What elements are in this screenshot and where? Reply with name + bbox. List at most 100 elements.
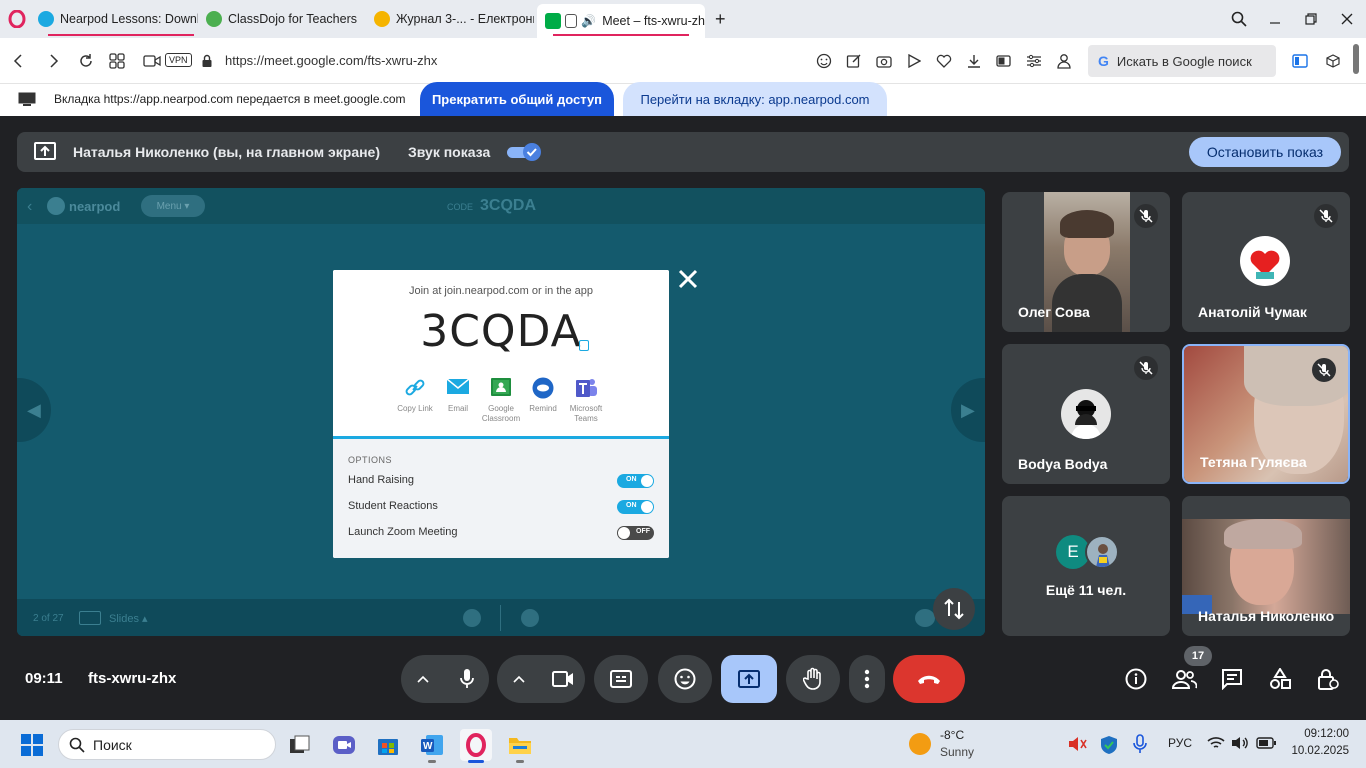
battery-icon[interactable] bbox=[1256, 737, 1276, 749]
participant-tile-bodya[interactable]: Bodya Bodya bbox=[1002, 344, 1170, 484]
tab-classdojo[interactable]: ClassDojo for Teachers bbox=[198, 4, 366, 34]
easy-setup-icon[interactable] bbox=[1024, 51, 1044, 71]
weather-sun-icon[interactable] bbox=[909, 733, 931, 755]
remind-option[interactable]: Remind bbox=[523, 377, 563, 413]
avatar bbox=[1085, 535, 1119, 569]
present-button[interactable] bbox=[721, 655, 777, 703]
tab-meet[interactable]: 🔊 Meet – fts-xwru-zh bbox=[537, 4, 705, 38]
weather-temp[interactable]: -8°C bbox=[940, 728, 964, 742]
new-tab-icon[interactable]: + bbox=[715, 9, 726, 30]
host-controls-button[interactable] bbox=[1308, 659, 1348, 699]
speaker-icon[interactable]: 🔊 bbox=[581, 14, 596, 28]
opera-taskbar-icon[interactable] bbox=[460, 729, 492, 761]
opera-logo-icon[interactable] bbox=[8, 10, 26, 28]
heart-icon[interactable] bbox=[934, 51, 954, 71]
captions-button[interactable] bbox=[594, 655, 648, 703]
participant-tile-anatolii[interactable]: Анатолій Чумак bbox=[1182, 192, 1350, 332]
reload-icon[interactable] bbox=[76, 51, 96, 71]
volume-tray-icon[interactable] bbox=[1231, 736, 1249, 750]
camera-icon[interactable] bbox=[541, 671, 585, 687]
swap-layout-button[interactable] bbox=[933, 588, 975, 630]
more-participants-tile[interactable]: E Ещё 11 чел. bbox=[1002, 496, 1170, 636]
player-icon[interactable] bbox=[904, 51, 924, 71]
more-options-button[interactable] bbox=[849, 655, 885, 703]
taskbar-search-field[interactable]: Поиск bbox=[58, 729, 276, 760]
file-explorer-icon[interactable] bbox=[504, 729, 536, 761]
microphone-tray-icon[interactable] bbox=[1132, 734, 1148, 754]
security-shield-icon[interactable] bbox=[1100, 735, 1118, 755]
meet-now-icon[interactable] bbox=[328, 729, 360, 761]
chat-button[interactable] bbox=[1212, 659, 1252, 699]
task-view-icon[interactable] bbox=[284, 729, 316, 761]
snapshot-icon[interactable] bbox=[874, 51, 894, 71]
close-dialog-icon[interactable] bbox=[677, 268, 699, 290]
download-icon[interactable] bbox=[964, 51, 984, 71]
emoji-icon[interactable] bbox=[814, 51, 834, 71]
tray-date[interactable]: 10.02.2025 bbox=[1285, 745, 1349, 757]
hand-raising-switch[interactable]: ON bbox=[617, 474, 654, 488]
forward-icon[interactable] bbox=[44, 51, 64, 71]
microphone-icon[interactable] bbox=[445, 668, 489, 690]
next-slide-button[interactable]: ▶ bbox=[951, 378, 985, 442]
word-icon[interactable]: W bbox=[416, 729, 448, 761]
tab-journal[interactable]: Журнал 3-... - Електронні bbox=[366, 4, 534, 34]
camera-permission-icon[interactable] bbox=[142, 51, 162, 71]
url-field[interactable]: https://meet.google.com/fts-xwru-zhx bbox=[225, 53, 437, 68]
nearpod-menu-button[interactable]: Menu ▾ bbox=[141, 195, 205, 217]
extensions-icon[interactable] bbox=[1323, 51, 1343, 71]
raise-hand-button[interactable] bbox=[786, 655, 840, 703]
copy-link-option[interactable]: Copy Link bbox=[395, 377, 435, 413]
teams-option[interactable]: Microsoft Teams bbox=[563, 377, 609, 424]
video-options-chevron-icon[interactable] bbox=[497, 675, 541, 683]
search-tabs-icon[interactable] bbox=[1229, 9, 1249, 29]
audio-options-chevron-icon[interactable] bbox=[401, 675, 445, 683]
speed-dial-icon[interactable] bbox=[107, 51, 127, 71]
screen-share-icon bbox=[18, 92, 36, 106]
reactions-button[interactable] bbox=[658, 655, 712, 703]
participant-tile-oleg[interactable]: Олег Сова bbox=[1002, 192, 1170, 332]
google-classroom-option[interactable]: Google Classroom bbox=[477, 377, 525, 424]
slides-icon[interactable] bbox=[79, 611, 101, 625]
battery-saver-icon[interactable] bbox=[994, 51, 1014, 71]
meeting-info-button[interactable] bbox=[1116, 659, 1156, 699]
maximize-icon[interactable] bbox=[1301, 9, 1321, 29]
windows-start-icon[interactable] bbox=[16, 729, 48, 761]
activities-button[interactable] bbox=[1260, 659, 1300, 699]
address-bar-scrollbar[interactable] bbox=[1353, 44, 1359, 74]
stop-presenting-button[interactable]: Остановить показ bbox=[1189, 137, 1341, 167]
vpn-badge[interactable]: VPN bbox=[165, 53, 192, 67]
home-icon[interactable] bbox=[463, 609, 481, 627]
wifi-icon[interactable] bbox=[1207, 736, 1225, 750]
stop-sharing-button[interactable]: Прекратить общий доступ bbox=[420, 82, 614, 116]
tab-nearpod[interactable]: Nearpod Lessons: Downlo bbox=[30, 4, 198, 34]
launch-zoom-switch[interactable]: OFF bbox=[617, 526, 654, 540]
slides-toggle[interactable]: Slides ▴ bbox=[109, 612, 148, 625]
pip-icon[interactable] bbox=[565, 14, 578, 28]
close-window-icon[interactable] bbox=[1337, 9, 1357, 29]
sidebar-icon[interactable] bbox=[1290, 51, 1310, 71]
edit-icon[interactable] bbox=[844, 51, 864, 71]
volume-muted-tray-icon[interactable] bbox=[1067, 735, 1087, 753]
students-icon[interactable] bbox=[915, 609, 935, 627]
lock-icon[interactable] bbox=[197, 51, 217, 71]
copy-code-icon[interactable] bbox=[579, 340, 589, 351]
prev-slide-button[interactable]: ◀ bbox=[17, 378, 51, 442]
google-search-field[interactable]: G Искать в Google поиск bbox=[1088, 45, 1276, 77]
go-to-tab-button[interactable]: Перейти на вкладку: app.nearpod.com bbox=[623, 82, 887, 116]
nearpod-back-icon[interactable]: ‹ bbox=[27, 198, 32, 216]
microsoft-store-icon[interactable] bbox=[372, 729, 404, 761]
share-sound-toggle[interactable] bbox=[506, 142, 544, 162]
minimize-icon[interactable] bbox=[1265, 9, 1285, 29]
participant-tile-natalia[interactable]: Наталья Николенко bbox=[1182, 496, 1350, 636]
leave-call-button[interactable] bbox=[893, 655, 965, 703]
join-code: 3CQDA bbox=[420, 306, 582, 357]
chat-icon[interactable] bbox=[521, 609, 539, 627]
tray-clock[interactable]: 09:12:00 bbox=[1289, 728, 1349, 740]
weather-desc[interactable]: Sunny bbox=[940, 745, 974, 759]
back-icon[interactable] bbox=[8, 51, 28, 71]
profile-icon[interactable] bbox=[1054, 51, 1074, 71]
student-reactions-switch[interactable]: ON bbox=[617, 500, 654, 514]
participant-tile-tetiana[interactable]: Тетяна Гуляєва bbox=[1182, 344, 1350, 484]
input-language[interactable]: РУС bbox=[1168, 736, 1192, 750]
email-option[interactable]: Email bbox=[438, 377, 478, 413]
